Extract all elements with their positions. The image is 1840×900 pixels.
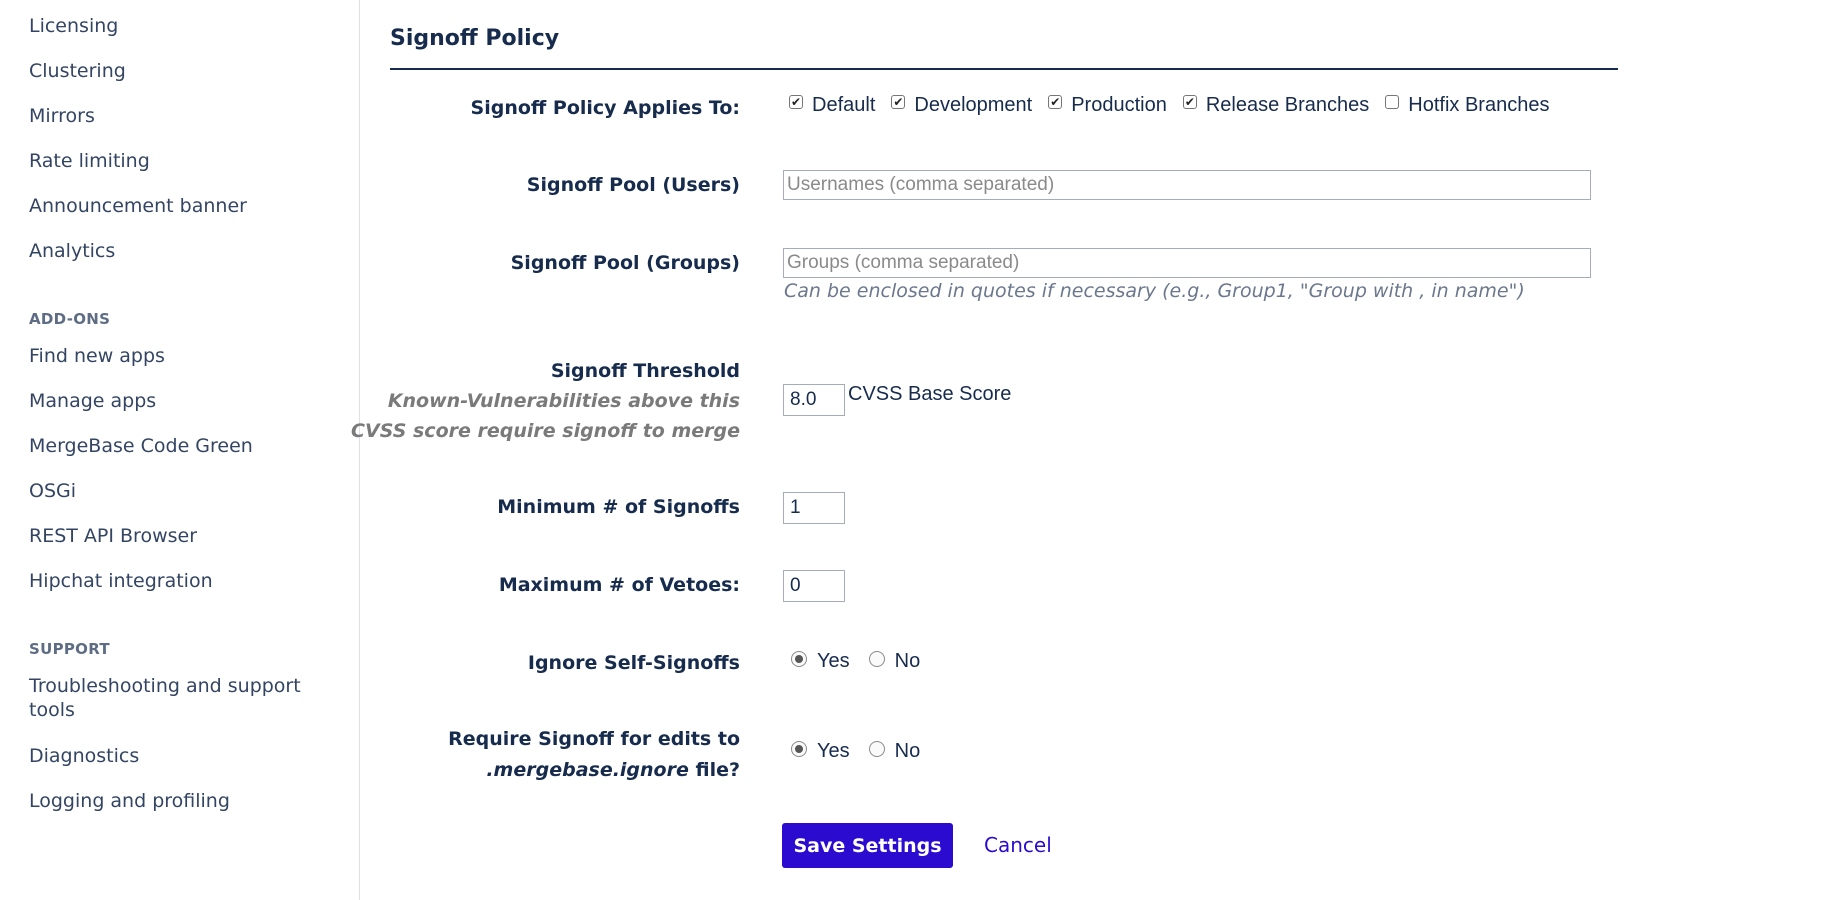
sidebar-item-licensing[interactable]: Licensing xyxy=(29,14,118,38)
radio-button[interactable] xyxy=(791,650,807,667)
max-vetoes-label: Maximum # of Vetoes: xyxy=(498,574,740,596)
threshold-unit: CVSS Base Score xyxy=(848,383,1012,405)
checkbox-label: Release Branches xyxy=(1205,94,1370,116)
admin-sidebar: Licensing Clustering Mirrors Rate limiti… xyxy=(0,0,360,900)
sidebar-heading-addons: ADD-ONS xyxy=(29,310,111,328)
threshold-input[interactable] xyxy=(783,384,845,416)
pool-groups-label: Signoff Pool (Groups) xyxy=(510,252,740,274)
sidebar-item-manage-apps[interactable]: Manage apps xyxy=(29,389,156,413)
radio-label: No xyxy=(894,650,921,672)
checkbox-box[interactable]: ✔ xyxy=(1048,94,1063,109)
require-ignore-radio-group: Yes No xyxy=(791,740,939,763)
radio-button[interactable] xyxy=(791,740,807,757)
pool-groups-input[interactable] xyxy=(783,248,1591,278)
require-ignore-no[interactable]: No xyxy=(868,740,921,763)
checkbox-box[interactable]: ✔ xyxy=(789,94,803,109)
threshold-description-line2: CVSS score require signoff to merge xyxy=(351,420,740,442)
radio-label: Yes xyxy=(817,740,850,762)
cancel-link[interactable]: Cancel xyxy=(984,833,1052,857)
require-ignore-filename: .mergebase.ignore xyxy=(486,759,689,781)
sidebar-item-clustering[interactable]: Clustering xyxy=(29,59,126,83)
radio-selected-dot xyxy=(795,654,803,663)
sidebar-item-label-line1: Troubleshooting and support xyxy=(29,675,301,697)
radio-selected-dot xyxy=(795,744,803,753)
require-ignore-yes[interactable]: Yes xyxy=(791,740,850,763)
pool-groups-hint: Can be enclosed in quotes if necessary (… xyxy=(784,280,1525,302)
ignore-self-yes[interactable]: Yes xyxy=(791,650,850,673)
sidebar-item-announcement-banner[interactable]: Announcement banner xyxy=(29,194,247,218)
sidebar-item-logging-profiling[interactable]: Logging and profiling xyxy=(29,789,230,813)
checkbox-label: Development xyxy=(914,94,1033,116)
radio-button[interactable] xyxy=(868,740,885,757)
sidebar-item-mirrors[interactable]: Mirrors xyxy=(29,104,95,128)
radio-label: Yes xyxy=(817,650,850,672)
require-ignore-label-line2: .mergebase.ignore file? xyxy=(486,755,740,785)
sidebar-item-diagnostics[interactable]: Diagnostics xyxy=(29,744,139,768)
sidebar-item-mergebase-code-green[interactable]: MergeBase Code Green xyxy=(29,434,253,458)
checkbox-default[interactable]: ✔ Default xyxy=(789,94,875,117)
sidebar-item-rate-limiting[interactable]: Rate limiting xyxy=(29,149,150,173)
sidebar-item-rest-api-browser[interactable]: REST API Browser xyxy=(29,524,197,548)
sidebar-item-hipchat-integration[interactable]: Hipchat integration xyxy=(29,569,213,593)
sidebar-item-troubleshooting[interactable]: Troubleshooting and support tools xyxy=(29,674,301,722)
ignore-self-label: Ignore Self-Signoffs xyxy=(527,652,740,674)
sidebar-item-find-new-apps[interactable]: Find new apps xyxy=(29,344,165,368)
require-ignore-suffix: file? xyxy=(688,759,740,781)
sidebar-item-analytics[interactable]: Analytics xyxy=(29,239,115,263)
section-title: Signoff Policy xyxy=(390,26,560,51)
checkbox-label: Hotfix Branches xyxy=(1408,94,1550,116)
checkbox-release-branches[interactable]: ✔ Release Branches xyxy=(1182,94,1370,117)
threshold-label: Signoff Threshold xyxy=(550,360,740,382)
pool-users-input[interactable] xyxy=(783,170,1591,200)
radio-label: No xyxy=(894,740,921,762)
save-settings-button[interactable]: Save Settings xyxy=(782,823,953,868)
applies-to-checkbox-group: ✔ Default ✔ Development ✔ Production ✔ R… xyxy=(789,94,1549,117)
checkbox-box[interactable] xyxy=(1385,94,1400,109)
checkbox-label: Production xyxy=(1071,94,1167,116)
min-signoffs-input[interactable] xyxy=(783,492,845,524)
max-vetoes-input[interactable] xyxy=(783,570,845,602)
pool-users-label: Signoff Pool (Users) xyxy=(526,174,740,196)
checkbox-development[interactable]: ✔ Development xyxy=(891,94,1032,117)
ignore-self-radio-group: Yes No xyxy=(791,650,939,673)
section-divider xyxy=(390,68,1618,70)
checkbox-production[interactable]: ✔ Production xyxy=(1048,94,1167,117)
applies-to-label: Signoff Policy Applies To: xyxy=(470,97,740,119)
sidebar-heading-support: SUPPORT xyxy=(29,640,110,658)
checkbox-hotfix-branches[interactable]: Hotfix Branches xyxy=(1385,94,1549,117)
threshold-description-line1: Known-Vulnerabilities above this xyxy=(387,390,740,412)
checkbox-box[interactable]: ✔ xyxy=(1182,94,1197,109)
sidebar-item-label-line2: tools xyxy=(29,699,75,721)
radio-button[interactable] xyxy=(868,650,885,667)
require-ignore-label-line1: Require Signoff for edits to xyxy=(448,728,740,750)
checkbox-box[interactable]: ✔ xyxy=(891,94,906,109)
min-signoffs-label: Minimum # of Signoffs xyxy=(497,496,740,518)
checkbox-label: Default xyxy=(812,94,876,116)
sidebar-item-osgi[interactable]: OSGi xyxy=(29,479,76,503)
ignore-self-no[interactable]: No xyxy=(868,650,921,673)
